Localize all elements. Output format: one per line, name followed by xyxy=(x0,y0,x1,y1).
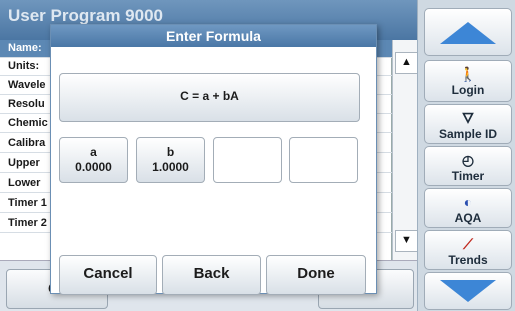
coefficient-empty-button[interactable] xyxy=(213,137,282,183)
cancel-button[interactable]: Cancel xyxy=(59,255,157,295)
formula-button[interactable]: C = a + bA xyxy=(59,73,360,122)
sample-id-label: Sample ID xyxy=(438,127,498,141)
login-button[interactable]: 🚶 Login xyxy=(424,60,512,102)
background-title: User Program 9000 xyxy=(8,6,163,25)
aqa-button[interactable]: ◐ AQA xyxy=(424,188,512,228)
arrow-down-icon xyxy=(440,280,496,302)
coefficient-b-value: 1.0000 xyxy=(152,160,189,174)
beaker-icon: 🜄 xyxy=(461,110,475,126)
person-icon: 🚶 xyxy=(459,66,477,82)
scroll-up-button[interactable]: ▲ xyxy=(395,52,418,74)
timer-button[interactable]: ◴ Timer xyxy=(424,146,512,186)
arrow-up-icon xyxy=(440,22,496,44)
login-label: Login xyxy=(451,83,485,97)
dialog-title: Enter Formula xyxy=(51,25,376,47)
aqa-label: AQA xyxy=(454,211,482,225)
background-scrollbar[interactable]: ▲ ▼ xyxy=(392,40,418,260)
coefficient-a-name: a xyxy=(90,145,97,159)
nav-up-button[interactable] xyxy=(424,8,512,56)
scroll-down-button[interactable]: ▼ xyxy=(395,230,418,252)
clock-icon: ◴ xyxy=(461,152,475,168)
coefficient-a-value: 0.0000 xyxy=(75,160,112,174)
coefficient-b-button[interactable]: b 1.0000 xyxy=(136,137,205,183)
trends-label: Trends xyxy=(448,253,488,267)
right-toolbar: 🚶 Login 🜄 Sample ID ◴ Timer ◐ AQA ⟋ Tren… xyxy=(417,0,515,311)
nav-down-button[interactable] xyxy=(424,272,512,310)
sample-id-button[interactable]: 🜄 Sample ID xyxy=(424,104,512,144)
timer-label: Timer xyxy=(451,169,485,183)
back-button[interactable]: Back xyxy=(162,255,261,295)
enter-formula-dialog: Enter Formula C = a + bA a 0.0000 b 1.00… xyxy=(50,24,377,295)
done-button[interactable]: Done xyxy=(266,255,366,295)
trend-chart-icon: ⟋ xyxy=(463,236,473,252)
coefficient-empty-button[interactable] xyxy=(289,137,358,183)
coefficient-a-button[interactable]: a 0.0000 xyxy=(59,137,128,183)
aqa-icon: ◐ xyxy=(463,194,473,210)
trends-button[interactable]: ⟋ Trends xyxy=(424,230,512,270)
coefficient-b-name: b xyxy=(166,145,175,159)
